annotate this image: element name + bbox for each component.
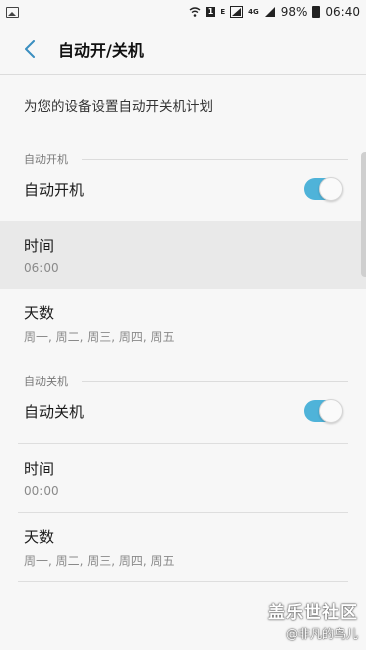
status-right: 1 E 4G 98% 06:40 [189, 5, 360, 19]
app-bar: 自动开/关机 [0, 24, 366, 74]
power-on-days-item[interactable]: 天数 周一, 周二, 周三, 周四, 周五 [0, 289, 366, 357]
switch-knob [319, 177, 343, 201]
edge-panel-handle[interactable] [361, 152, 366, 277]
section-title-power-on: 自动开机 [24, 153, 68, 166]
power-off-days-item[interactable]: 天数 周一, 周二, 周三, 周四, 周五 [0, 513, 366, 581]
power-on-time-item[interactable]: 时间 06:00 [0, 221, 366, 289]
watermark: 盖乐世社区 @非凡的鸟儿 [268, 598, 358, 642]
page-description: 为您的设备设置自动开关机计划 [24, 99, 213, 115]
power-on-switch[interactable] [304, 177, 343, 201]
switch-knob [319, 399, 343, 423]
network-type-e: E [220, 8, 226, 16]
section-divider [82, 381, 348, 382]
status-bar: 1 E 4G 98% 06:40 [0, 0, 366, 24]
clock: 06:40 [325, 5, 360, 19]
row-divider [18, 581, 348, 582]
power-off-days-label: 天数 [24, 527, 55, 546]
power-off-toggle-label: 自动关机 [24, 402, 85, 421]
section-title-power-off: 自动关机 [24, 375, 68, 388]
power-off-time-label: 时间 [24, 460, 55, 478]
watermark-author: @非凡的鸟儿 [285, 627, 358, 641]
power-on-days-label: 天数 [24, 303, 55, 322]
power-on-toggle-row[interactable]: 自动开机 [0, 169, 366, 209]
section-header-power-off: 自动关机 [24, 363, 348, 391]
power-off-time-item[interactable]: 时间 00:00 [0, 444, 366, 512]
signal-icon-2 [264, 7, 275, 17]
power-off-switch[interactable] [304, 399, 343, 423]
watermark-logo-text: 盖乐世社区 [268, 603, 358, 623]
gallery-notification-icon [6, 6, 19, 18]
back-button[interactable] [18, 37, 42, 61]
section-divider [82, 159, 348, 160]
power-off-days-value: 周一, 周二, 周三, 周四, 周五 [24, 553, 175, 568]
sim-badge: 1 [205, 7, 216, 17]
network-type-4g: 4G [248, 8, 259, 16]
wifi-calling-icon [189, 7, 201, 17]
page-title: 自动开/关机 [58, 41, 144, 60]
battery-percent: 98% [280, 5, 308, 19]
power-off-time-value: 00:00 [24, 484, 59, 498]
signal-icon-1 [230, 6, 244, 18]
status-left [6, 6, 19, 18]
back-arrow-icon [25, 40, 35, 58]
power-off-toggle-row[interactable]: 自动关机 [0, 391, 366, 431]
power-on-days-value: 周一, 周二, 周三, 周四, 周五 [24, 329, 175, 344]
section-header-power-on: 自动开机 [24, 141, 348, 169]
power-on-time-value: 06:00 [24, 261, 59, 275]
battery-icon [312, 6, 321, 18]
power-on-time-label: 时间 [24, 237, 55, 255]
power-on-toggle-label: 自动开机 [24, 180, 85, 199]
